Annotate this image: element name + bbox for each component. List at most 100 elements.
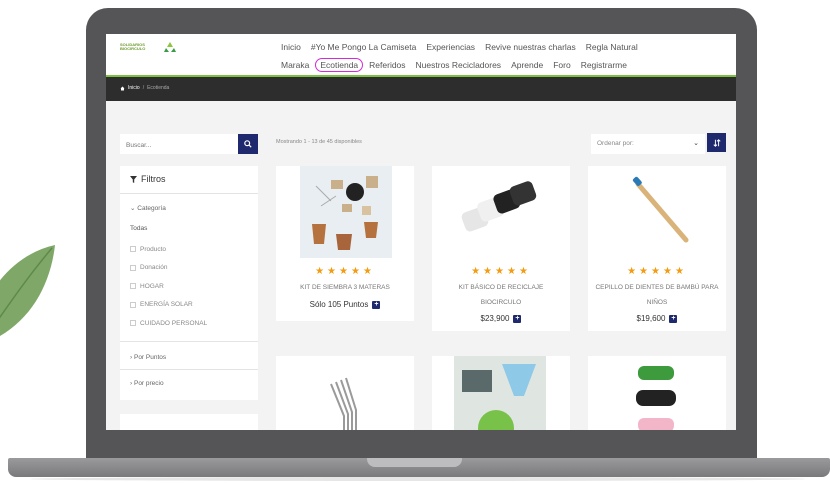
category-heading: Categoría — [137, 205, 166, 212]
search-input[interactable] — [120, 135, 230, 156]
category-item[interactable]: ENERGÍA SOLAR — [130, 296, 207, 315]
leaf-decoration — [0, 245, 55, 336]
filter-by-points-label: Por Puntos — [133, 354, 167, 361]
laptop-shadow — [30, 477, 805, 481]
divider — [120, 193, 258, 194]
product-price-row: $23,900 + — [432, 314, 570, 323]
browser-screen: SOLIDARIOS BIOCIRCULO Inicio #Yo Me Pong… — [106, 34, 736, 430]
product-card[interactable]: ★★★★★ KIT BÁSICO DE RECICLAJE BIOCIRCULO… — [432, 166, 570, 331]
product-name[interactable]: KIT BÁSICO DE RECICLAJE BIOCIRCULO — [432, 280, 570, 310]
checkbox[interactable] — [130, 246, 136, 253]
nav-recicladores[interactable]: Nuestros Recicladores — [416, 60, 502, 70]
recycle-logo-icon — [164, 42, 176, 52]
product-image[interactable] — [432, 166, 570, 258]
nav-yo-me-pongo[interactable]: #Yo Me Pongo La Camiseta — [311, 42, 417, 52]
product-image[interactable] — [276, 356, 414, 430]
checkbox[interactable] — [130, 264, 136, 271]
filters-title-label: Filtros — [141, 174, 166, 184]
product-card[interactable] — [432, 356, 570, 430]
filter-by-price[interactable]: › Por precio — [130, 380, 164, 387]
product-image[interactable] — [588, 356, 726, 430]
category-label: Donación — [140, 264, 168, 272]
stage: SOLIDARIOS BIOCIRCULO Inicio #Yo Me Pong… — [0, 0, 830, 483]
checkbox[interactable] — [130, 283, 136, 290]
product-image[interactable] — [432, 356, 570, 430]
product-price: $23,900 — [480, 314, 510, 323]
product-card[interactable] — [588, 356, 726, 430]
rating-stars: ★★★★★ — [471, 266, 531, 277]
product-card[interactable] — [276, 356, 414, 430]
nav-row-2: Maraka Ecotienda Referidos Nuestros Reci… — [281, 56, 731, 74]
nav-foro[interactable]: Foro — [553, 60, 570, 70]
product-card[interactable]: ★★★★★ KIT DE SIEMBRA 3 MATERAS Sólo 105 … — [276, 166, 414, 321]
filters-panel: Filtros ⌄ Categoría Todas Producto Donac… — [120, 166, 258, 400]
product-price: $19,600 — [636, 314, 666, 323]
checkbox[interactable] — [130, 320, 136, 327]
sidebar-widget — [120, 414, 258, 430]
divider — [120, 369, 258, 370]
product-name[interactable]: CEPILLO DE DIENTES DE BAMBÚ PARA NIÑOS — [588, 280, 726, 310]
nav-inicio[interactable]: Inicio — [281, 42, 301, 52]
divider — [120, 341, 258, 342]
breadcrumb-bar: Inicio / Ecotienda — [106, 77, 736, 101]
product-image[interactable] — [276, 166, 414, 258]
product-image[interactable] — [588, 166, 726, 258]
filters-title: Filtros — [130, 174, 166, 184]
search-box — [120, 134, 258, 156]
rating-stars: ★★★★★ — [315, 266, 375, 277]
checkbox[interactable] — [130, 301, 136, 308]
breadcrumb: Inicio / Ecotienda — [120, 85, 169, 91]
nav-referidos[interactable]: Referidos — [369, 60, 405, 70]
results-count: Mostrando 1 - 13 de 45 disponibles — [276, 139, 362, 145]
product-card[interactable]: ★★★★★ CEPILLO DE DIENTES DE BAMBÚ PARA N… — [588, 166, 726, 331]
search-button[interactable] — [238, 134, 258, 154]
site-header: SOLIDARIOS BIOCIRCULO Inicio #Yo Me Pong… — [106, 34, 736, 76]
laptop-notch — [367, 458, 462, 467]
category-label: HOGAR — [140, 282, 164, 290]
nav-maraka[interactable]: Maraka — [281, 60, 309, 70]
sort-select[interactable]: Ordenar por: ⌄ — [591, 134, 705, 154]
category-label: ENERGÍA SOLAR — [140, 301, 193, 309]
category-item[interactable]: CUIDADO PERSONAL — [130, 314, 207, 333]
sort-placeholder: Ordenar por: — [597, 140, 634, 147]
add-to-cart-button[interactable]: + — [513, 314, 522, 323]
sort-direction-button[interactable] — [707, 133, 726, 152]
breadcrumb-separator: / — [142, 85, 145, 91]
search-icon — [244, 140, 252, 148]
home-icon — [120, 86, 125, 90]
filter-by-points[interactable]: › Por Puntos — [130, 354, 166, 361]
add-to-cart-button[interactable]: + — [372, 300, 381, 309]
site-logo[interactable]: SOLIDARIOS BIOCIRCULO — [120, 38, 182, 56]
category-toggle[interactable]: ⌄ Categoría — [130, 204, 166, 212]
chevron-down-icon: ⌄ — [130, 205, 136, 212]
nav-registrarme[interactable]: Registrarme — [581, 60, 627, 70]
nav-experiencias[interactable]: Experiencias — [426, 42, 475, 52]
chevron-down-icon: ⌄ — [693, 140, 699, 147]
nav-row-1: Inicio #Yo Me Pongo La Camiseta Experien… — [281, 38, 731, 56]
category-item[interactable]: Donación — [130, 259, 207, 278]
main-nav: Inicio #Yo Me Pongo La Camiseta Experien… — [281, 38, 731, 74]
category-item[interactable]: Producto — [130, 240, 207, 259]
product-price: Sólo 105 Puntos — [309, 300, 369, 309]
sort-icon — [712, 138, 721, 147]
product-price-row: $19,600 + — [588, 314, 726, 323]
product-name[interactable]: KIT DE SIEMBRA 3 MATERAS — [276, 280, 414, 295]
category-list: Producto Donación HOGAR ENERGÍA SOLAR CU… — [130, 240, 207, 333]
add-to-cart-button[interactable]: + — [669, 314, 678, 323]
filter-by-price-label: Por precio — [133, 380, 164, 387]
nav-regla-natural[interactable]: Regla Natural — [586, 42, 638, 52]
logo-text: SOLIDARIOS BIOCIRCULO — [120, 41, 146, 51]
breadcrumb-home[interactable]: Inicio — [128, 85, 140, 91]
category-all[interactable]: Todas — [130, 225, 147, 232]
chevron-right-icon: › — [130, 354, 133, 361]
category-item[interactable]: HOGAR — [130, 277, 207, 296]
chevron-right-icon: › — [130, 380, 133, 387]
nav-charlas[interactable]: Revive nuestras charlas — [485, 42, 576, 52]
product-price-row: Sólo 105 Puntos + — [276, 300, 414, 309]
nav-ecotienda[interactable]: Ecotienda — [315, 58, 364, 72]
rating-stars: ★★★★★ — [627, 266, 687, 277]
category-label: CUIDADO PERSONAL — [140, 319, 208, 327]
filter-icon — [130, 175, 137, 183]
nav-aprende[interactable]: Aprende — [511, 60, 543, 70]
category-label: Producto — [140, 245, 167, 253]
